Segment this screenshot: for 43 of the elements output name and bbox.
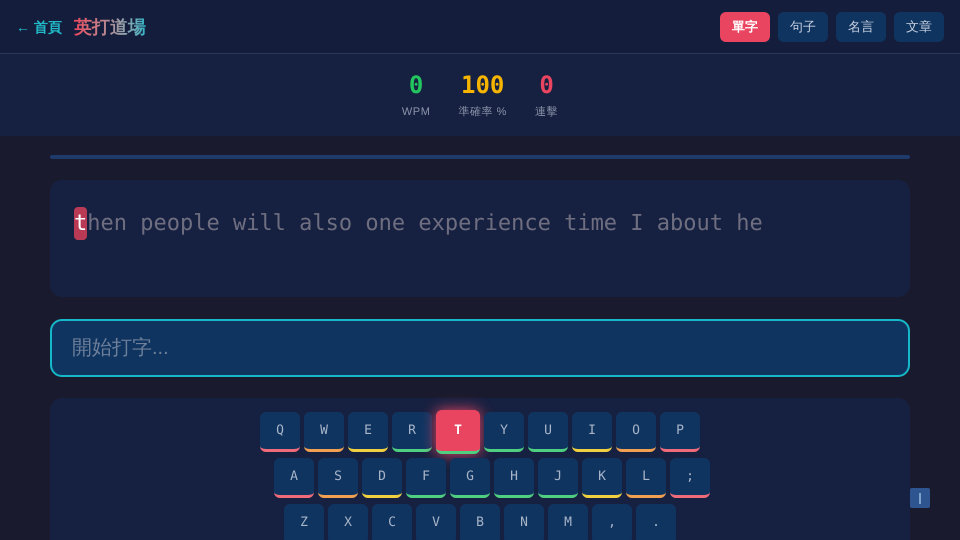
stat-label: 連擊 [535,104,558,120]
key[interactable]: Q [260,412,300,452]
key[interactable]: A [274,458,314,498]
key[interactable]: Y [484,412,524,452]
key[interactable]: H [494,458,534,498]
mode-tab[interactable]: 單字 [720,12,770,42]
stat-value: 100 [461,70,504,100]
stat-value: 0 [539,70,554,100]
key[interactable]: E [348,412,388,452]
key[interactable]: C [372,504,412,540]
key[interactable]: S [318,458,358,498]
key[interactable]: M [548,504,588,540]
key[interactable]: J [538,458,578,498]
key[interactable]: K [582,458,622,498]
target-text: hen people will also one experience time I about he [87,210,763,238]
stat-value: 0 [408,70,424,100]
key[interactable]: F [406,458,446,498]
key[interactable]: U [528,412,568,452]
stat-label: 準確率 % [458,104,508,120]
key[interactable]: Z [284,504,324,540]
key[interactable]: ; [670,458,710,498]
key[interactable]: T [436,410,480,454]
key[interactable]: X [328,504,368,540]
key[interactable]: N [504,504,544,540]
mode-tab[interactable]: 名言 [836,12,886,42]
key[interactable]: , [592,504,632,540]
back-link[interactable]: ← 首頁 [16,16,62,36]
key[interactable]: O [616,412,656,452]
key[interactable]: I [572,412,612,452]
key[interactable]: V [416,504,456,540]
key[interactable]: D [362,458,402,498]
stat-label: WPM [402,104,430,120]
key[interactable]: B [460,504,500,540]
key[interactable]: L [626,458,666,498]
current-char: t [74,207,88,240]
mode-tab[interactable]: 句子 [778,12,828,42]
key[interactable]: . [636,504,676,540]
key[interactable]: W [304,412,344,452]
info-icon[interactable] [910,488,930,508]
mode-tab[interactable]: 文章 [894,12,944,42]
key[interactable]: G [450,458,490,498]
typing-input[interactable]: 開始打字... [50,319,910,377]
key[interactable]: R [392,412,432,452]
